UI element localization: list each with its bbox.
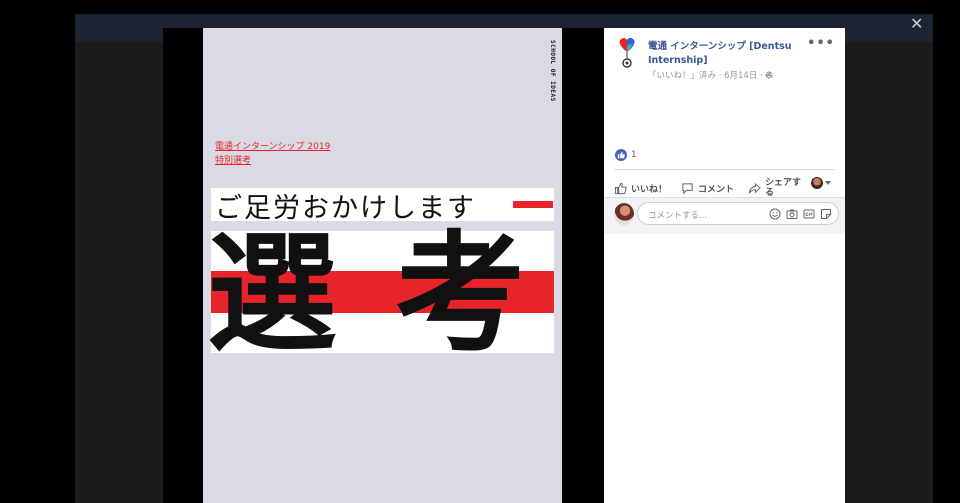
viewer-avatar	[811, 177, 823, 189]
reaction-summary[interactable]: 1	[615, 149, 637, 161]
poster-title-line2: 特別選考	[215, 156, 252, 166]
more-options-button[interactable]: •••	[807, 36, 835, 51]
share-button[interactable]: シェアする	[748, 178, 802, 198]
divider	[614, 169, 835, 170]
share-label: シェアする	[765, 178, 802, 198]
chevron-down-icon	[825, 181, 831, 185]
tagline-strike	[513, 201, 553, 208]
emoji-icon[interactable]	[769, 208, 781, 220]
comment-input[interactable]: コメントする...	[637, 202, 839, 225]
like-label: いいね！	[631, 184, 668, 195]
reaction-count: 1	[631, 150, 637, 160]
close-icon[interactable]: ✕	[910, 16, 923, 32]
page-avatar-icon[interactable]	[615, 36, 639, 70]
sticker-icon[interactable]	[820, 208, 832, 220]
poster-kanji-1: 選	[207, 218, 338, 370]
share-icon	[748, 182, 761, 193]
globe-icon	[766, 71, 773, 79]
comment-placeholder: コメントする...	[648, 211, 708, 221]
poster-image[interactable]: SCHOOL OF IDEAS 電通インターンシップ 2019 特別選考 ご足労…	[203, 28, 562, 503]
poster-kanji-2: 考	[395, 218, 526, 370]
poster-side-logo: SCHOOL OF IDEAS	[549, 40, 556, 102]
poster-title: 電通インターンシップ 2019 特別選考	[215, 140, 330, 168]
gif-icon[interactable]	[803, 208, 815, 220]
like-button[interactable]: いいね！	[614, 182, 667, 195]
post-side-panel: 電通 インターンシップ [Dentsu Internship] 「いいね！」済み…	[604, 28, 845, 503]
page-name-link[interactable]: 電通 インターンシップ [Dentsu Internship]	[648, 40, 808, 68]
comment-label: コメント	[698, 184, 735, 195]
comment-tools	[769, 208, 832, 220]
comment-button[interactable]: コメント	[681, 182, 734, 195]
camera-icon[interactable]	[786, 208, 798, 220]
like-reaction-icon	[615, 149, 627, 161]
post-meta: 「いいね！」済み · 6月14日 ·	[648, 69, 773, 81]
comment-composer: コメントする...	[604, 198, 845, 234]
post-meta-text: 「いいね！」済み · 6月14日 ·	[648, 71, 763, 81]
post-as-selector[interactable]	[811, 177, 831, 189]
poster-title-line1: 電通インターンシップ 2019	[215, 142, 331, 152]
comment-icon	[682, 182, 693, 194]
thumbs-up-icon	[614, 182, 627, 194]
user-avatar	[614, 203, 634, 225]
